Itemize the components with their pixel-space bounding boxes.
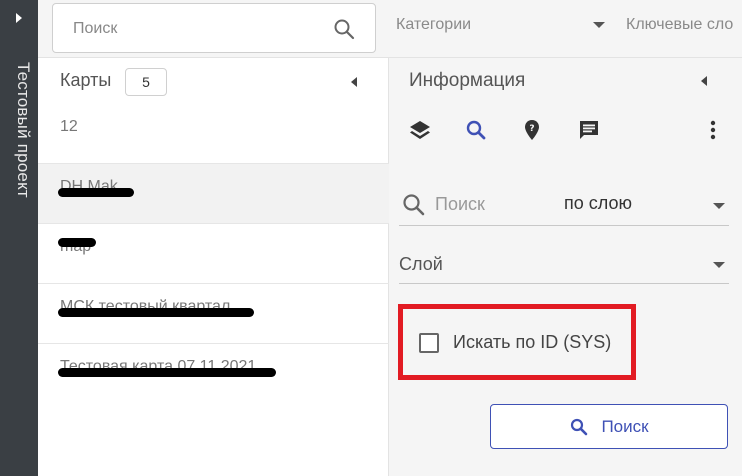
more-vert-icon[interactable]: [699, 116, 727, 144]
search-button[interactable]: Поиск: [490, 404, 728, 449]
chevron-down-icon[interactable]: [713, 203, 725, 209]
maps-panel: Карты 5 12 DH Mak map МСК тестовый кварт…: [38, 58, 389, 476]
global-search-box: [52, 3, 376, 53]
categories-select[interactable]: Категории: [396, 16, 610, 38]
search-mode-select[interactable]: по слою: [564, 193, 632, 214]
location-pin-icon[interactable]: ?: [518, 116, 546, 144]
search-icon[interactable]: [333, 18, 355, 40]
layer-search-row: по слою: [399, 184, 729, 226]
chevron-down-icon[interactable]: [593, 22, 605, 28]
maps-title: Карты: [60, 70, 112, 90]
layers-icon[interactable]: [406, 116, 434, 144]
redaction-mark: [58, 308, 254, 317]
redaction-mark: [58, 188, 134, 197]
maps-count-badge: 5: [125, 68, 167, 96]
collapse-left-icon[interactable]: [351, 77, 357, 87]
layer-search-input[interactable]: [435, 192, 555, 216]
redaction-mark: [58, 238, 96, 247]
search-by-id-label[interactable]: Искать по ID (SYS): [453, 332, 611, 353]
top-bar: Категории Ключевые сло: [38, 0, 742, 58]
chevron-down-icon[interactable]: [713, 262, 725, 268]
info-panel: Информация ? по слою Слой Искать по ID (…: [389, 58, 742, 476]
project-title: Тестовый проект: [14, 62, 33, 198]
chevron-right-icon[interactable]: [10, 10, 28, 26]
search-button-label: Поиск: [601, 416, 649, 436]
maps-header: Карты 5: [38, 58, 389, 104]
layer-select[interactable]: Слой: [399, 244, 729, 284]
search-icon: [569, 417, 589, 437]
map-list-item[interactable]: 12: [38, 104, 389, 186]
keywords-select[interactable]: Ключевые сло: [626, 16, 742, 38]
maps-list: 12 DH Mak map МСК тестовый квартал Тесто…: [38, 104, 389, 404]
map-list-item[interactable]: МСК тестовый квартал: [38, 284, 389, 344]
global-search-input[interactable]: [73, 18, 313, 40]
map-list-item[interactable]: Тестовая карта 07.11.2021: [38, 344, 389, 404]
map-list-item[interactable]: DH Mak: [38, 164, 389, 224]
map-item-label: 12: [60, 118, 78, 135]
redaction-mark: [58, 368, 276, 377]
collapse-left-icon[interactable]: [701, 76, 707, 86]
map-list-item[interactable]: map: [38, 224, 389, 284]
search-by-id-checkbox[interactable]: [419, 333, 439, 353]
svg-text:?: ?: [529, 124, 534, 134]
left-rail: Тестовый проект: [0, 0, 38, 476]
info-title: Информация: [409, 70, 526, 91]
comment-icon[interactable]: [575, 116, 603, 144]
layer-select-label: Слой: [399, 254, 443, 274]
id-search-option-highlight: Искать по ID (SYS): [398, 304, 636, 380]
search-icon[interactable]: [462, 116, 490, 144]
search-icon: [401, 192, 427, 218]
